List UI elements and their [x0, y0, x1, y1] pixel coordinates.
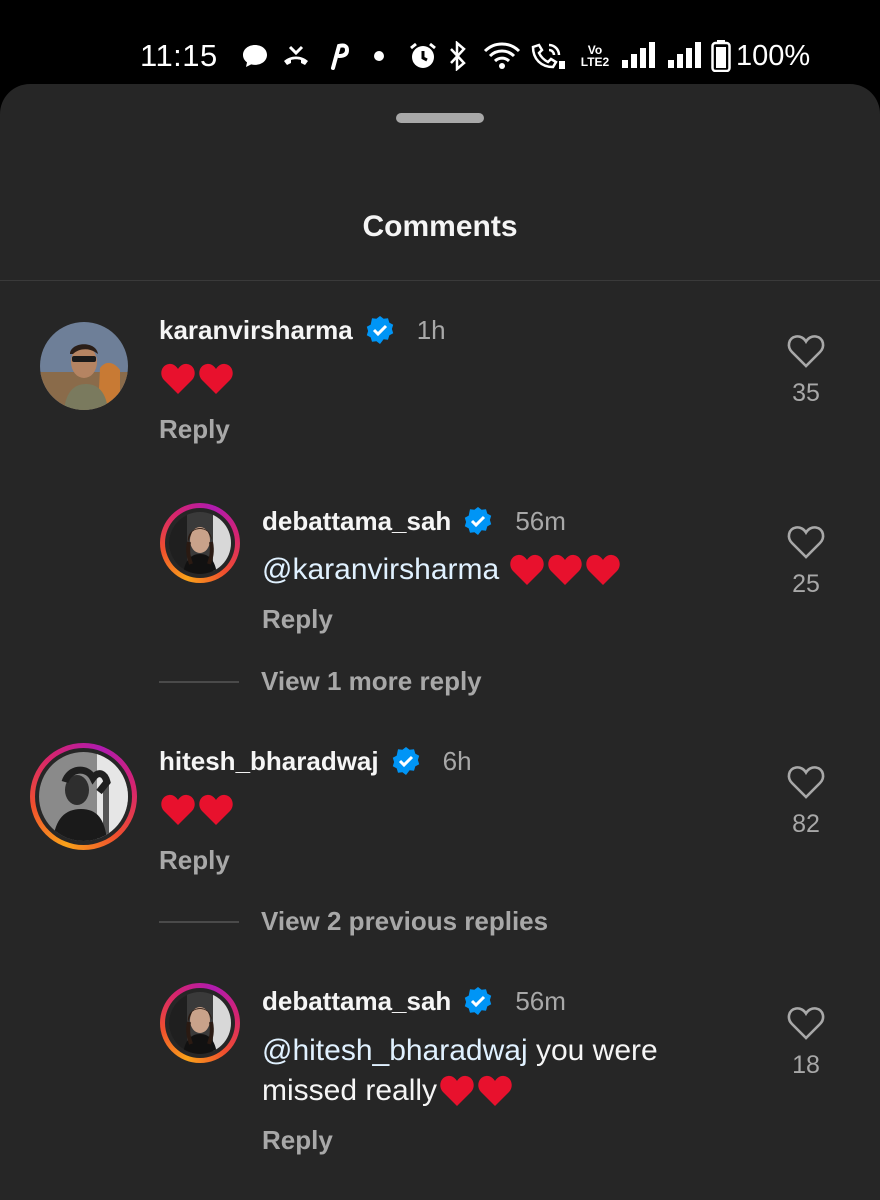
like-count: 82 [792, 810, 820, 838]
red-heart-icon [478, 1075, 512, 1106]
like-count: 25 [792, 570, 820, 598]
reply-button[interactable]: Reply [159, 845, 230, 876]
comment-meta: hitesh_bharadwaj 6h [159, 743, 472, 779]
like-control[interactable]: 35 [776, 333, 836, 408]
view-more-label[interactable]: View 2 previous replies [261, 906, 548, 937]
username[interactable]: karanvirsharma [159, 315, 353, 346]
like-control[interactable]: 18 [776, 1005, 836, 1080]
red-heart-icon [586, 554, 620, 585]
heart-emojis [439, 1074, 513, 1108]
status-time: 11:15 [140, 38, 218, 73]
signal-2-icon [666, 40, 706, 72]
comment-time: 1h [416, 314, 446, 345]
view-previous-replies[interactable]: View 2 previous replies [159, 906, 548, 937]
heart-emojis [160, 362, 234, 396]
red-heart-icon [161, 794, 195, 825]
thread-line [159, 920, 239, 923]
like-count: 18 [792, 1051, 820, 1079]
chat-bubble-icon [240, 40, 270, 72]
mention-link[interactable]: @hitesh_bharadwaj [262, 1034, 528, 1067]
heart-emojis [509, 553, 621, 587]
red-heart-icon [440, 1075, 474, 1106]
view-more-replies[interactable]: View 1 more reply [159, 666, 482, 697]
header-divider [0, 280, 880, 281]
comment-meta: karanvirsharma 1h [159, 312, 446, 348]
verified-badge-icon [365, 315, 395, 345]
like-control[interactable]: 25 [776, 524, 836, 599]
status-bar: 11:15 Vo LTE2 100% [0, 0, 880, 84]
wifi-icon [482, 40, 522, 72]
comment-meta: debattama_sah 56m [262, 983, 566, 1019]
wifi-call-icon [528, 40, 568, 72]
red-heart-icon [548, 554, 582, 585]
red-heart-icon [161, 363, 195, 394]
comment-text-line2: missed really [262, 1074, 438, 1107]
signal-1-icon [620, 40, 660, 72]
like-control[interactable]: 82 [776, 764, 836, 839]
red-heart-icon [510, 554, 544, 585]
heart-outline-icon[interactable] [786, 764, 826, 800]
comment-text: @karanvirsharma [262, 550, 621, 590]
red-heart-icon [199, 794, 233, 825]
alarm-icon [408, 40, 438, 72]
comment-text: @hitesh_bharadwaj you were missed really [262, 1031, 658, 1111]
view-more-label[interactable]: View 1 more reply [261, 666, 482, 697]
username[interactable]: debattama_sah [262, 986, 451, 1017]
battery-percent: 100% [736, 40, 811, 72]
heart-outline-icon[interactable] [786, 1005, 826, 1041]
username[interactable]: debattama_sah [262, 506, 451, 537]
sheet-title: Comments [362, 210, 518, 243]
verified-badge-icon [391, 746, 421, 776]
comment-time: 6h [442, 745, 472, 776]
missed-call-icon [280, 40, 312, 72]
reply-button[interactable]: Reply [262, 604, 333, 635]
avatar[interactable] [160, 503, 240, 583]
verified-badge-icon [463, 506, 493, 536]
avatar[interactable] [30, 743, 137, 850]
comment-meta: debattama_sah 56m [262, 503, 566, 539]
heart-outline-icon[interactable] [786, 333, 826, 369]
reply-button[interactable]: Reply [159, 414, 230, 445]
heart-outline-icon[interactable] [786, 524, 826, 560]
red-heart-icon [199, 363, 233, 394]
like-count: 35 [792, 379, 820, 407]
username[interactable]: hitesh_bharadwaj [159, 746, 379, 777]
comment-text-line1: you were [527, 1034, 658, 1067]
thread-line [159, 680, 239, 683]
bluetooth-icon [446, 40, 470, 72]
dot-icon [372, 40, 386, 72]
verified-badge-icon [463, 986, 493, 1016]
comment-time: 56m [515, 985, 566, 1016]
app-notification-icon [324, 40, 354, 72]
battery-icon [710, 40, 732, 72]
comment-time: 56m [515, 505, 566, 536]
volte-icon: Vo LTE2 [578, 40, 612, 72]
volte-label: Vo LTE2 [580, 43, 610, 69]
mention-link[interactable]: @karanvirsharma [262, 550, 499, 590]
heart-emojis [160, 793, 234, 827]
avatar[interactable] [160, 983, 240, 1063]
drag-handle[interactable] [396, 113, 484, 123]
avatar[interactable] [40, 322, 128, 410]
reply-button[interactable]: Reply [262, 1125, 333, 1156]
